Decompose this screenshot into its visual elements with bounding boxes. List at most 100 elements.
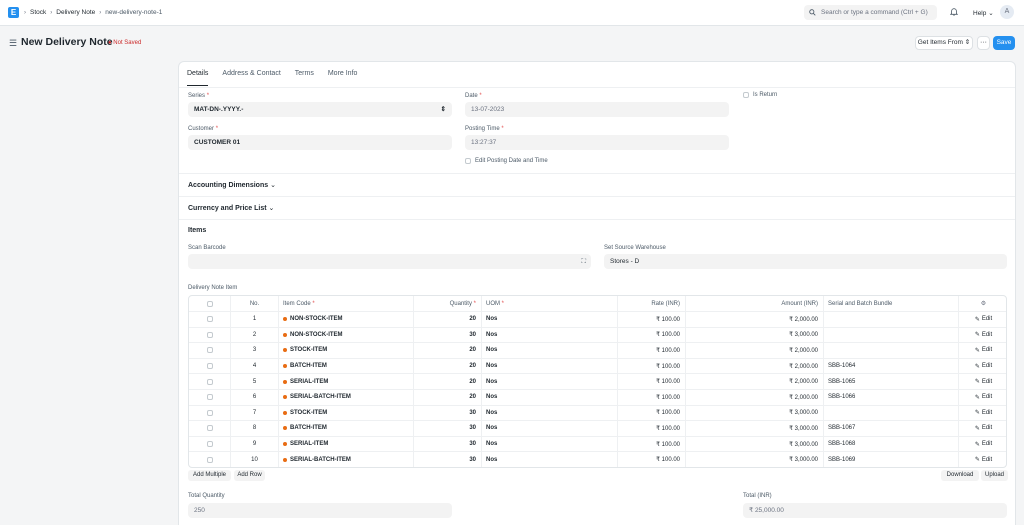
tab-details[interactable]: Details xyxy=(187,70,209,86)
table-row[interactable]: 3 STOCK-ITEM 20 Nos ₹ 100.00 ₹ 2,000.00 ✎ Edit xyxy=(189,342,1006,358)
download-button[interactable]: Download xyxy=(941,470,979,481)
help-dropdown[interactable]: Help ⌄ xyxy=(973,9,994,17)
row-checkbox[interactable] xyxy=(206,456,213,463)
quantity-cell[interactable]: 30 xyxy=(414,436,482,452)
more-actions-button[interactable]: ··· xyxy=(977,36,990,50)
item-code-cell[interactable]: SERIAL-ITEM xyxy=(279,374,414,389)
rate-cell[interactable]: ₹ 100.00 xyxy=(618,452,686,467)
series-select[interactable]: MAT-DN-.YYYY.- ⇕ xyxy=(188,102,452,117)
edit-row-button[interactable]: ✎ Edit xyxy=(959,343,1006,358)
edit-row-button[interactable]: ✎ Edit xyxy=(959,328,1006,343)
uom-cell[interactable]: Nos xyxy=(482,358,618,374)
uom-cell[interactable]: Nos xyxy=(482,374,618,389)
item-code-cell[interactable]: BATCH-ITEM xyxy=(279,358,414,374)
row-checkbox[interactable] xyxy=(206,363,213,370)
get-items-from-button[interactable]: Get Items From ⇕ xyxy=(915,36,973,50)
edit-row-button[interactable]: ✎ Edit xyxy=(959,406,1006,421)
uom-cell[interactable]: Nos xyxy=(482,405,618,421)
row-checkbox[interactable] xyxy=(206,378,213,385)
app-logo-icon[interactable]: E xyxy=(8,7,19,18)
item-code-cell[interactable]: STOCK-ITEM xyxy=(279,405,414,421)
rate-cell[interactable]: ₹ 100.00 xyxy=(618,343,686,358)
row-checkbox[interactable] xyxy=(206,441,213,448)
quantity-cell[interactable]: 20 xyxy=(414,312,482,327)
table-row[interactable]: 2 NON-STOCK-ITEM 30 Nos ₹ 100.00 ₹ 3,000.00 ✎ E… xyxy=(189,326,1006,343)
edit-row-button[interactable]: ✎ Edit xyxy=(959,437,1006,452)
uom-cell[interactable]: Nos xyxy=(482,436,618,452)
uom-cell[interactable]: Nos xyxy=(482,343,618,358)
uom-cell[interactable]: Nos xyxy=(482,327,618,343)
item-code-cell[interactable]: NON-STOCK-ITEM xyxy=(279,327,414,343)
row-checkbox[interactable] xyxy=(206,316,213,323)
section-currency-price-list[interactable]: Currency and Price List ⌄ xyxy=(188,204,274,212)
table-row[interactable]: 6 SERIAL-BATCH-ITEM 20 Nos ₹ 100.00 ₹ 2,000.0… xyxy=(189,388,1006,405)
rate-cell[interactable]: ₹ 100.00 xyxy=(618,436,686,452)
search-bar[interactable]: Search or type a command (Ctrl + G) xyxy=(804,5,937,20)
table-row[interactable]: 7 STOCK-ITEM 30 Nos ₹ 100.00 ₹ 3,000.00 ✎ Edit xyxy=(189,404,1006,421)
edit-row-button[interactable]: ✎ Edit xyxy=(959,312,1006,327)
edit-posting-checkbox[interactable] xyxy=(465,158,471,164)
avatar[interactable]: A xyxy=(1000,5,1014,19)
quantity-cell[interactable]: 30 xyxy=(414,452,482,467)
table-row[interactable]: 8 BATCH-ITEM 30 Nos ₹ 100.00 ₹ 3,000.00 SBB-10… xyxy=(189,420,1006,436)
edit-row-button[interactable]: ✎ Edit xyxy=(959,421,1006,436)
rate-cell[interactable]: ₹ 100.00 xyxy=(618,312,686,327)
rate-cell[interactable]: ₹ 100.00 xyxy=(618,389,686,405)
quantity-cell[interactable]: 30 xyxy=(414,405,482,421)
save-button[interactable]: Save xyxy=(993,36,1015,50)
serial-batch-bundle-cell[interactable]: SBB-1064 xyxy=(824,358,959,374)
rate-cell[interactable]: ₹ 100.00 xyxy=(618,421,686,436)
breadcrumb-stock[interactable]: Stock xyxy=(30,9,46,16)
column-settings-icon[interactable]: ⚙ xyxy=(959,296,1006,311)
notification-bell-icon[interactable] xyxy=(949,7,959,18)
serial-batch-bundle-cell[interactable]: SBB-1068 xyxy=(824,436,959,452)
item-code-cell[interactable]: BATCH-ITEM xyxy=(279,421,414,436)
serial-batch-bundle-cell[interactable]: SBB-1066 xyxy=(824,389,959,405)
sidebar-toggle-icon[interactable]: ☰ xyxy=(9,38,17,49)
quantity-cell[interactable]: 20 xyxy=(414,389,482,405)
table-row[interactable]: 1 NON-STOCK-ITEM 20 Nos ₹ 100.00 ₹ 2,000.00 ✎ E… xyxy=(189,311,1006,327)
serial-batch-bundle-cell[interactable]: SBB-1067 xyxy=(824,421,959,436)
quantity-cell[interactable]: 20 xyxy=(414,374,482,389)
posting-time-field[interactable]: 13:27:37 xyxy=(465,135,729,150)
set-source-warehouse-field[interactable]: Stores - D xyxy=(604,254,1007,269)
section-accounting-dimensions[interactable]: Accounting Dimensions ⌄ xyxy=(188,181,276,189)
quantity-cell[interactable]: 30 xyxy=(414,421,482,436)
row-checkbox[interactable] xyxy=(206,347,213,354)
rate-cell[interactable]: ₹ 100.00 xyxy=(618,405,686,421)
edit-row-button[interactable]: ✎ Edit xyxy=(959,359,1006,374)
row-checkbox[interactable] xyxy=(206,425,213,432)
breadcrumb-delivery-note[interactable]: Delivery Note xyxy=(56,9,95,16)
table-row[interactable]: 10 SERIAL-BATCH-ITEM 30 Nos ₹ 100.00 ₹ 3,000.… xyxy=(189,451,1006,467)
row-checkbox[interactable] xyxy=(206,409,213,416)
rate-cell[interactable]: ₹ 100.00 xyxy=(618,327,686,343)
uom-cell[interactable]: Nos xyxy=(482,389,618,405)
tab-more-info[interactable]: More Info xyxy=(328,70,358,86)
serial-batch-bundle-cell[interactable]: SBB-1065 xyxy=(824,374,959,389)
tab-terms[interactable]: Terms xyxy=(295,70,314,86)
select-all-checkbox[interactable] xyxy=(206,300,213,307)
table-row[interactable]: 5 SERIAL-ITEM 20 Nos ₹ 100.00 ₹ 2,000.00 SBB-1… xyxy=(189,373,1006,389)
row-checkbox[interactable] xyxy=(206,394,213,401)
add-multiple-button[interactable]: Add Multiple xyxy=(188,470,231,481)
add-row-button[interactable]: Add Row xyxy=(234,470,265,481)
serial-batch-bundle-cell[interactable] xyxy=(824,327,959,343)
serial-batch-bundle-cell[interactable] xyxy=(824,312,959,327)
serial-batch-bundle-cell[interactable]: SBB-1069 xyxy=(824,452,959,467)
serial-batch-bundle-cell[interactable] xyxy=(824,405,959,421)
uom-cell[interactable]: Nos xyxy=(482,452,618,467)
breadcrumb-current[interactable]: new-delivery-note-1 xyxy=(105,9,162,16)
tab-address-contact[interactable]: Address & Contact xyxy=(222,70,280,86)
is-return-checkbox[interactable] xyxy=(743,92,749,98)
quantity-cell[interactable]: 20 xyxy=(414,343,482,358)
edit-row-button[interactable]: ✎ Edit xyxy=(959,452,1006,467)
item-code-cell[interactable]: SERIAL-BATCH-ITEM xyxy=(279,389,414,405)
date-field[interactable]: 13-07-2023 xyxy=(465,102,729,117)
rate-cell[interactable]: ₹ 100.00 xyxy=(618,374,686,389)
customer-field[interactable]: CUSTOMER 01 xyxy=(188,135,452,150)
item-code-cell[interactable]: SERIAL-BATCH-ITEM xyxy=(279,452,414,467)
table-row[interactable]: 4 BATCH-ITEM 20 Nos ₹ 100.00 ₹ 2,000.00 SBB-10… xyxy=(189,357,1006,374)
table-row[interactable]: 9 SERIAL-ITEM 30 Nos ₹ 100.00 ₹ 3,000.00 SBB-1… xyxy=(189,435,1006,452)
row-checkbox[interactable] xyxy=(206,331,213,338)
quantity-cell[interactable]: 20 xyxy=(414,358,482,374)
